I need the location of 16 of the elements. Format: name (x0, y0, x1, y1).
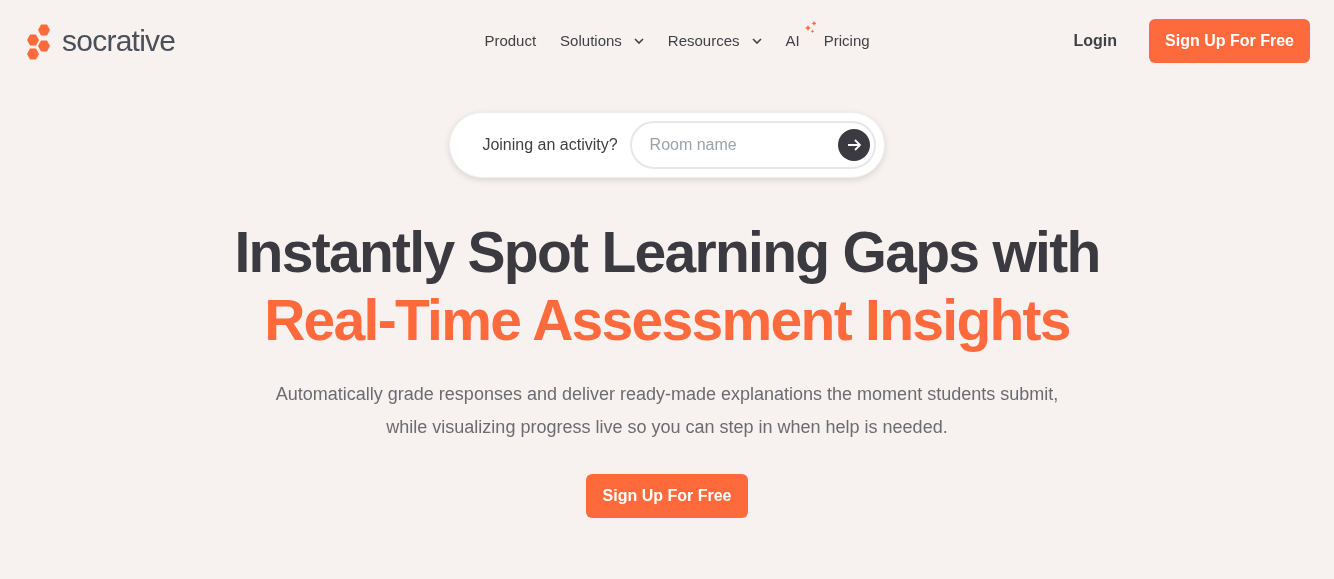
nav-link[interactable]: Product (484, 29, 537, 53)
logo-wordmark[interactable]: socrative (62, 26, 176, 56)
headline: Instantly Spot Learning Gaps with (234, 219, 1100, 286)
login-link[interactable]: Login (1073, 29, 1118, 53)
join-label: Joining an activity? (482, 135, 618, 155)
chevron-down-icon (633, 38, 644, 44)
headline-highlight: Real-Time Assessment Insights (264, 287, 1070, 354)
nav-link[interactable]: Resources (667, 29, 762, 53)
nav-link[interactable]: AI (785, 29, 800, 53)
nav-link[interactable]: Pricing (823, 29, 870, 53)
nav-link[interactable]: Solutions (560, 29, 644, 53)
sparkle-icon (803, 19, 818, 34)
arrow-right-icon (846, 138, 861, 152)
chevron-down-icon (751, 38, 762, 44)
room-name-field[interactable]: Room name (629, 121, 876, 169)
hero-description: Automatically grade responses and deliver ready-made explanations the moment students submit, while visualizing progress live so you can step in when help is needed. (274, 383, 1060, 439)
